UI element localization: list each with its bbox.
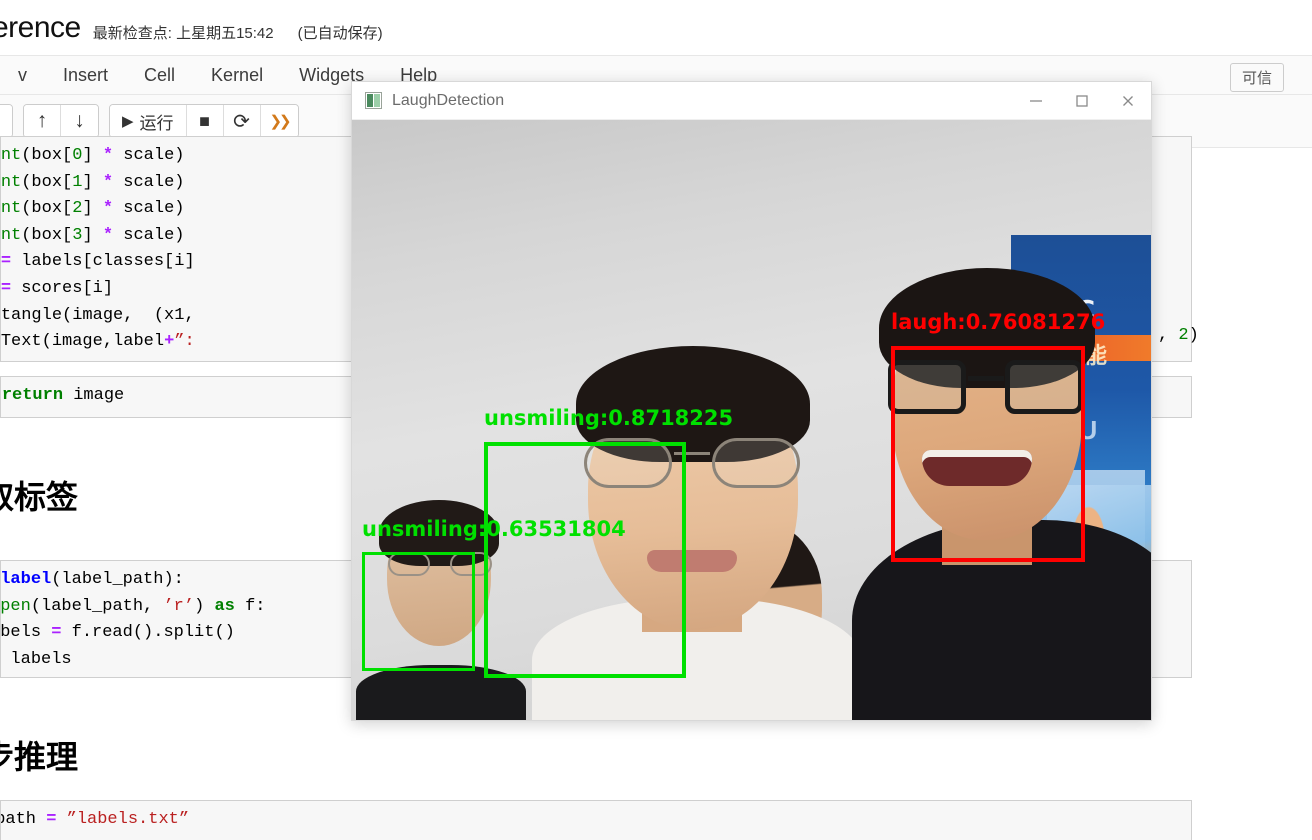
restart-icon[interactable]: ⟳ <box>223 105 261 137</box>
markdown-cell-2[interactable]: 步推理 <box>0 710 1192 792</box>
detection-label-unsmiling-1: unsmiling:0.8718225 <box>484 406 734 430</box>
menu-item-cell[interactable]: Cell <box>126 56 193 95</box>
move-up-icon[interactable]: ↑ <box>24 105 61 137</box>
notebook-header: erence 最新检查点: 上星期五15:42 (已自动保存) <box>0 0 1312 56</box>
trust-badge[interactable]: 可信 <box>1229 63 1284 92</box>
detection-box-unsmiling-1 <box>484 442 686 678</box>
code-line: _path = ”labels.txt” <box>1 810 190 829</box>
checkpoint-status: 最新检查点: 上星期五15:42 <box>92 24 274 42</box>
close-icon[interactable] <box>1105 82 1151 120</box>
detection-label-laugh: laugh:0.76081276 <box>891 310 1106 334</box>
notebook-title[interactable]: erence <box>0 11 81 45</box>
autosave-status: (已自动保存) <box>297 24 383 42</box>
run-label: 运行 <box>139 113 174 133</box>
menu-item-insert[interactable]: Insert <box>45 56 126 95</box>
toolbar-group-run: ▶ 运行 ■ ⟳ ❯❯ <box>109 104 299 138</box>
window-title: LaughDetection <box>392 91 505 109</box>
app-icon <box>365 92 382 109</box>
toolbar-group-move: ↑ ↓ <box>23 104 99 138</box>
video-canvas[interactable]: 男 C 实力超能 2U <box>352 120 1151 720</box>
run-button[interactable]: ▶ 运行 <box>110 105 187 137</box>
stop-icon[interactable]: ■ <box>186 105 224 137</box>
menu-item-0[interactable]: v <box>0 56 45 95</box>
window-controls <box>1013 82 1151 120</box>
window-title-bar[interactable]: LaughDetection <box>352 82 1151 120</box>
paste-button[interactable] <box>0 105 12 137</box>
menu-item-kernel[interactable]: Kernel <box>193 56 281 95</box>
fast-forward-icon[interactable]: ❯❯ <box>260 105 298 137</box>
detection-box-unsmiling-2 <box>362 552 475 671</box>
detection-label-unsmiling-2: unsmiling:0.63531804 <box>362 517 626 541</box>
code-cell-4[interactable]: _path = ”labels.txt” <box>0 800 1192 840</box>
minimize-icon[interactable] <box>1013 82 1059 120</box>
vertical-scrollbar[interactable] <box>1296 148 1312 840</box>
laugh-detection-window[interactable]: LaughDetection 男 C 实力超能 <box>351 81 1152 721</box>
detection-box-laugh <box>891 346 1085 562</box>
toolbar-group-clipboard <box>0 104 13 138</box>
run-icon: ▶ <box>122 113 134 130</box>
move-down-icon[interactable]: ↓ <box>61 105 98 137</box>
maximize-icon[interactable] <box>1059 82 1105 120</box>
code-fragment-right: , 2) <box>1158 326 1199 345</box>
